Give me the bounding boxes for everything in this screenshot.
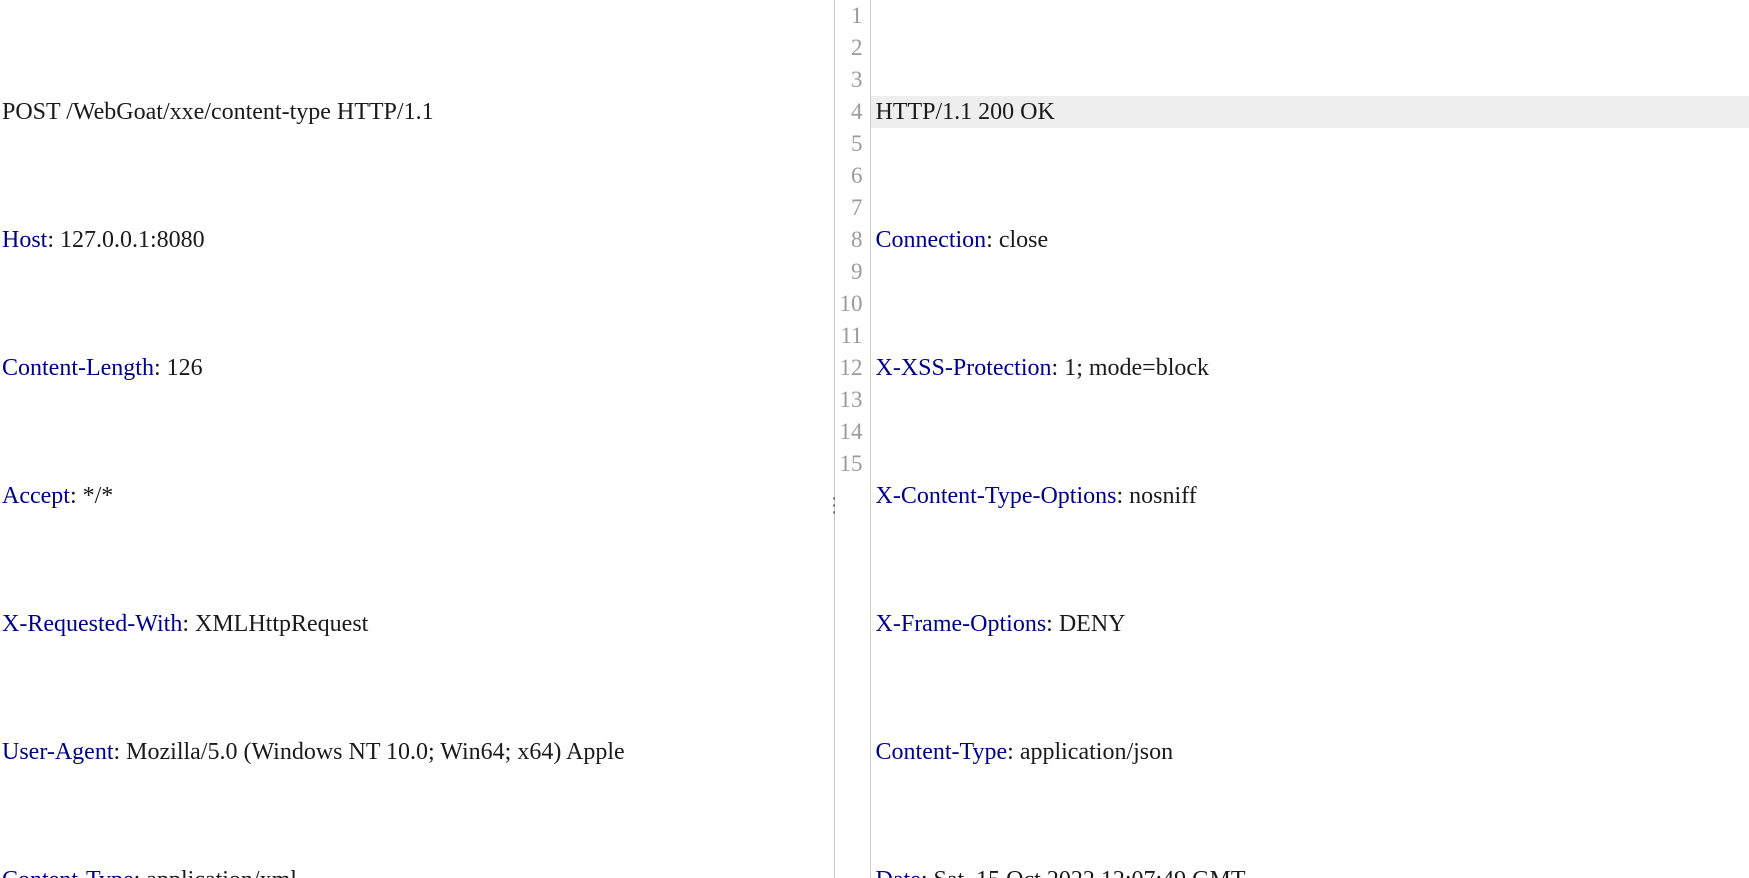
- request-header: Host: 127.0.0.1:8080: [2, 227, 205, 253]
- http-message-viewer: POST /WebGoat/xxe/content-type HTTP/1.1 …: [0, 0, 1749, 878]
- header-value: Sat, 15 Oct 2022 12:07:49 GMT: [934, 867, 1246, 878]
- header-value: 127.0.0.1:8080: [60, 227, 205, 253]
- header-value: close: [998, 227, 1049, 253]
- line-number: 14: [839, 419, 863, 444]
- line-number: 7: [851, 195, 863, 220]
- header-value: DENY: [1058, 611, 1126, 637]
- header-name: User-Agent: [2, 739, 114, 765]
- line-number: 12: [839, 355, 863, 380]
- request-line: POST /WebGoat/xxe/content-type HTTP/1.1: [2, 96, 834, 128]
- header-name: Connection: [875, 227, 987, 253]
- header-name: Content-Type: [875, 739, 1008, 765]
- request-header: Content-Type: application/xml: [2, 864, 834, 878]
- header-name: Content-Length: [2, 355, 154, 381]
- response-header: Content-Type: application/json: [875, 739, 1174, 765]
- request-header: Accept: */*: [2, 483, 114, 509]
- header-value: application/xml: [146, 867, 297, 878]
- request-header: User-Agent: Mozilla/5.0 (Windows NT 10.0…: [2, 739, 625, 765]
- header-name: Date: [876, 867, 921, 878]
- header-value: 1; mode=block: [1064, 355, 1210, 381]
- request-header: X-Requested-With: XMLHttpRequest: [2, 611, 369, 637]
- header-name: X-Frame-Options: [875, 611, 1047, 637]
- line-number: 8: [851, 227, 863, 252]
- header-name: Content-Type: [2, 867, 134, 878]
- status-line-text: HTTP/1.1 200 OK: [875, 99, 1055, 125]
- response-text[interactable]: HTTP/1.1 200 OK Connection: close X-XSS-…: [870, 0, 1749, 878]
- response-pane[interactable]: 1 2 3 4 5 6 7 8 9 10 11 12 13 14 15 HTTP…: [834, 0, 1749, 878]
- header-name: X-Requested-With: [2, 611, 183, 637]
- header-value: */*: [82, 483, 114, 509]
- response-header: X-XSS-Protection: 1; mode=block: [875, 355, 1210, 381]
- line-number-gutter: 1 2 3 4 5 6 7 8 9 10 11 12 13 14 15: [834, 0, 871, 878]
- line-number: 5: [851, 131, 863, 156]
- response-header: Date: Sat, 15 Oct 2022 12:07:49 GMT: [876, 864, 1749, 878]
- line-number: 11: [840, 323, 863, 348]
- header-name: Accept: [2, 483, 70, 509]
- line-number: 3: [851, 67, 863, 92]
- response-header: X-Frame-Options: DENY: [875, 611, 1126, 637]
- line-number: 13: [839, 387, 863, 412]
- header-value: XMLHttpRequest: [195, 611, 369, 637]
- line-number: 4: [851, 99, 863, 124]
- request-pane[interactable]: POST /WebGoat/xxe/content-type HTTP/1.1 …: [0, 0, 834, 878]
- line-number: 1: [851, 3, 863, 28]
- request-line-text: POST /WebGoat/xxe/content-type HTTP/1.1: [2, 99, 434, 125]
- header-name: Host: [2, 227, 48, 253]
- header-value: 126: [166, 355, 203, 381]
- line-number: 15: [839, 451, 863, 476]
- status-line: HTTP/1.1 200 OK: [870, 96, 1749, 128]
- line-number: 9: [851, 259, 863, 284]
- header-value: Mozilla/5.0 (Windows NT 10.0; Win64; x64…: [126, 739, 625, 765]
- line-number: 10: [839, 291, 863, 316]
- response-header: X-Content-Type-Options: nosniff: [875, 483, 1197, 509]
- response-header: Connection: close: [875, 227, 1049, 253]
- header-name: X-Content-Type-Options: [875, 483, 1117, 509]
- header-name: X-XSS-Protection: [875, 355, 1052, 381]
- request-text[interactable]: POST /WebGoat/xxe/content-type HTTP/1.1 …: [0, 0, 834, 878]
- header-value: application/json: [1019, 739, 1174, 765]
- line-number: 6: [851, 163, 863, 188]
- request-header: Content-Length: 126: [2, 355, 203, 381]
- line-number: 2: [851, 35, 863, 60]
- header-value: nosniff: [1129, 483, 1197, 509]
